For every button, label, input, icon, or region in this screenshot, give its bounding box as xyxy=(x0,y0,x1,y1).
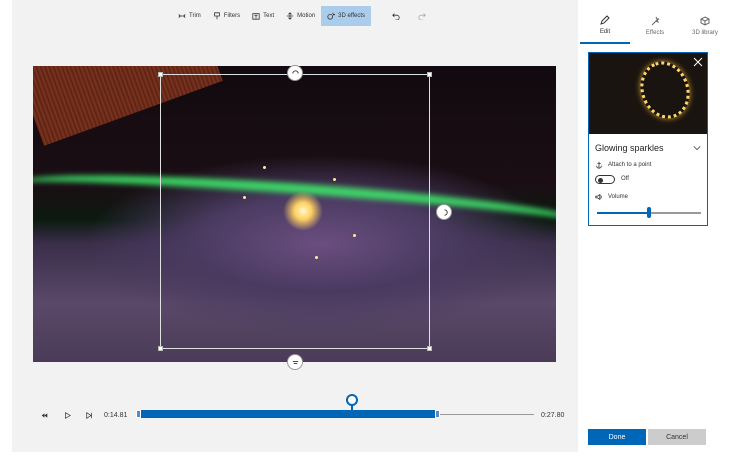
trim-button[interactable]: Trim xyxy=(172,6,207,26)
cancel-button[interactable]: Cancel xyxy=(648,429,706,445)
timeline: 0:14.81 0:27.80 xyxy=(12,390,578,430)
effect-title: Glowing sparkles xyxy=(595,143,664,153)
trim-icon xyxy=(178,14,186,18)
panel-tabs: Edit Effects 3D library xyxy=(580,8,732,44)
rotate-icon xyxy=(443,208,448,216)
playhead[interactable] xyxy=(346,394,358,406)
filters-button[interactable]: Filters xyxy=(207,6,246,26)
side-panel: Edit Effects 3D library Glowing sparkles… xyxy=(580,0,732,462)
undo-icon xyxy=(392,13,400,20)
text-button[interactable]: Text xyxy=(246,6,280,26)
toolbar: Trim Filters Text Motion 3D effects xyxy=(172,6,435,26)
video-editor-window: Trim Filters Text Motion 3D effects 0:14… xyxy=(0,0,732,462)
skip-back-icon xyxy=(41,412,47,418)
rotate-icon xyxy=(291,69,299,74)
3d-effects-icon xyxy=(327,12,336,20)
trim-label: Trim xyxy=(189,13,201,19)
volume-slider-fill xyxy=(597,212,649,214)
redo-icon xyxy=(418,13,426,20)
filters-icon xyxy=(213,12,220,20)
play-button[interactable] xyxy=(62,410,72,420)
resize-handle-bottom-left[interactable] xyxy=(158,346,163,351)
text-label: Text xyxy=(263,13,275,19)
volume-row: Volume xyxy=(595,193,628,201)
rotate-z-handle[interactable] xyxy=(287,354,303,370)
attach-row: Attach to a point xyxy=(595,161,651,169)
step-forward-icon xyxy=(85,411,92,419)
attach-label: Attach to a point xyxy=(608,162,652,168)
3d-library-icon xyxy=(700,16,710,26)
filters-label: Filters xyxy=(223,13,241,19)
next-frame-button[interactable] xyxy=(84,410,94,420)
rotate-icon xyxy=(292,360,298,364)
rewind-button[interactable] xyxy=(39,410,49,420)
close-icon[interactable] xyxy=(693,57,703,67)
start-time: 0:14.81 xyxy=(104,412,128,419)
redo-button[interactable] xyxy=(409,6,435,26)
volume-icon xyxy=(595,193,602,201)
effect-thumbnail xyxy=(589,53,707,134)
motion-label: Motion xyxy=(297,13,316,19)
rotate-x-handle[interactable] xyxy=(287,65,303,81)
resize-handle-top-left[interactable] xyxy=(158,72,163,77)
tab-edit-label: Edit xyxy=(599,29,611,35)
tab-effects-label: Effects xyxy=(645,30,665,36)
tab-3d-library[interactable]: 3D library xyxy=(680,8,730,44)
pencil-icon xyxy=(600,15,610,25)
resize-handle-bottom-right[interactable] xyxy=(427,346,432,351)
effects-icon xyxy=(651,16,660,26)
effect-duration-bar[interactable] xyxy=(138,410,438,418)
effect-card: Glowing sparkles Attach to a point Off V… xyxy=(588,52,708,226)
3d-effects-label: 3D effects xyxy=(338,13,366,19)
motion-button[interactable]: Motion xyxy=(280,6,321,26)
effect-bounding-box[interactable] xyxy=(158,65,452,370)
play-icon xyxy=(64,411,71,419)
motion-icon xyxy=(286,12,294,20)
toggle-state: Off xyxy=(621,176,629,182)
end-time: 0:27.80 xyxy=(541,412,565,419)
start-trim-handle[interactable] xyxy=(136,410,141,418)
tab-effects[interactable]: Effects xyxy=(630,8,680,44)
resize-handle-top-right[interactable] xyxy=(427,72,432,77)
done-button[interactable]: Done xyxy=(588,429,646,445)
volume-slider-thumb[interactable] xyxy=(647,207,651,218)
3d-effects-button[interactable]: 3D effects xyxy=(321,6,372,26)
end-trim-handle[interactable] xyxy=(435,410,440,418)
text-icon xyxy=(252,13,260,20)
volume-label: Volume xyxy=(608,194,629,200)
tab-3d-library-label: 3D library xyxy=(692,30,718,36)
undo-button[interactable] xyxy=(383,6,409,26)
attach-toggle[interactable] xyxy=(595,175,615,184)
rotate-y-handle[interactable] xyxy=(436,204,452,220)
chevron-down-icon[interactable] xyxy=(693,144,701,152)
anchor-icon xyxy=(596,161,602,169)
tab-edit[interactable]: Edit xyxy=(580,8,630,44)
